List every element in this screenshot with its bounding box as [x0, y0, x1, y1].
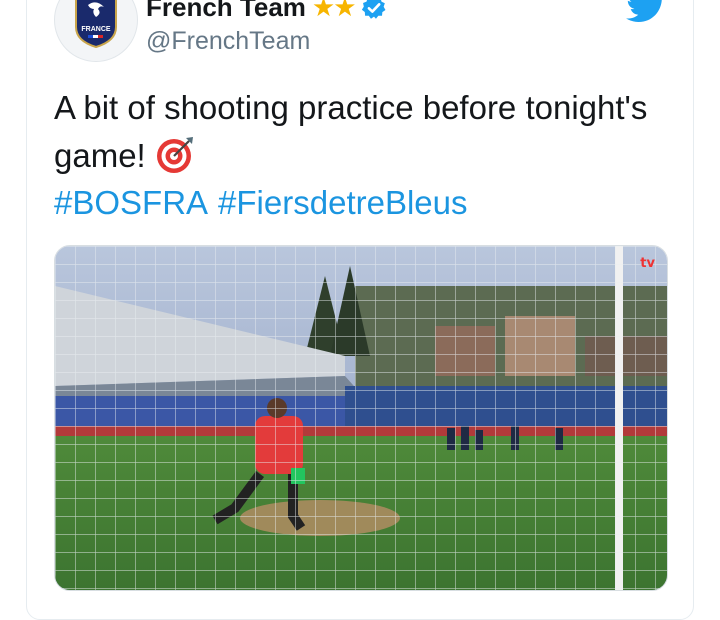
channel-badge: tv	[640, 256, 655, 271]
tweet-body: A bit of shooting practice before tonigh…	[54, 89, 648, 174]
france-crest-icon: FRANCE	[75, 0, 117, 49]
direct-hit-target-icon	[156, 137, 193, 173]
tweet-text: A bit of shooting practice before tonigh…	[54, 84, 654, 180]
hashtag-link[interactable]: #FiersdetreBleus	[218, 184, 467, 221]
account-name-row: French Team ★★	[146, 0, 387, 23]
account-handle[interactable]: @FrenchTeam	[146, 27, 310, 56]
tweet-media-video[interactable]: tv	[54, 245, 668, 591]
avatar-label: FRANCE	[81, 26, 110, 33]
hashtag-row: #BOSFRA #FiersdetreBleus	[54, 179, 478, 227]
hashtag-link[interactable]: #BOSFRA	[54, 184, 208, 221]
twitter-bird-icon[interactable]	[626, 0, 666, 22]
account-name[interactable]: French Team	[146, 0, 306, 23]
star-icons: ★★	[311, 0, 357, 22]
verified-badge-icon	[361, 0, 386, 19]
training-scene-image	[55, 246, 667, 590]
